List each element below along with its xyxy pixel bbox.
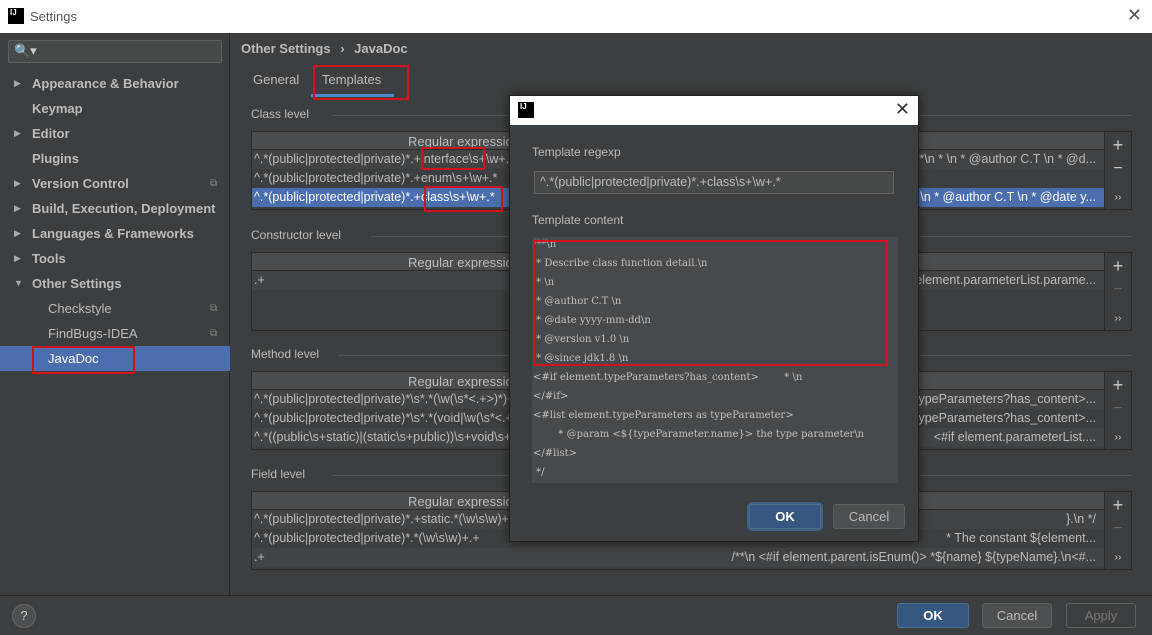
sidebar-item-languages-frameworks[interactable]: ▶ Languages & Frameworks <box>0 221 230 246</box>
tab-general[interactable]: General <box>253 72 299 87</box>
add-icon[interactable]: + <box>1105 495 1131 516</box>
content-line: * @since jdk1.8 \n <box>533 353 629 364</box>
chevron-right-icon[interactable]: ▶ <box>14 171 21 196</box>
sidebar-item-label: Checkstyle <box>48 301 112 316</box>
content-line: /**\n <box>533 239 557 250</box>
app-logo: IJ <box>518 102 534 118</box>
section-title: Constructor level <box>251 228 342 242</box>
sidebar-item-label: Build, Execution, Deployment <box>32 201 216 216</box>
breadcrumb-parent[interactable]: Other Settings <box>241 41 331 56</box>
regexp-input[interactable]: ^.*(public|protected|private)*.+class\s+… <box>534 171 894 194</box>
close-icon[interactable]: ✕ <box>895 99 910 120</box>
app-logo: IJ <box>8 8 24 24</box>
chevron-right-icon[interactable]: ▶ <box>14 246 21 271</box>
chevron-right-icon[interactable]: ▶ <box>14 196 21 221</box>
remove-icon[interactable]: − <box>1105 520 1131 538</box>
project-settings-icon: ⧉ <box>210 303 218 314</box>
cancel-button[interactable]: Cancel <box>982 603 1052 628</box>
sidebar-item-editor[interactable]: ▶ Editor <box>0 121 230 146</box>
search-icon: 🔍▾ <box>14 43 37 58</box>
more-icon[interactable]: ›› <box>1105 432 1131 443</box>
more-icon[interactable]: ›› <box>1105 552 1131 563</box>
sidebar-item-label: JavaDoc <box>48 351 99 366</box>
remove-icon[interactable]: − <box>1105 281 1131 299</box>
chevron-right-icon[interactable]: ▶ <box>14 221 21 246</box>
template-cell: /**\n <#if element.parent.isEnum()> *${n… <box>731 550 1096 564</box>
content-line: <#if element.typeParameters?has_content>… <box>533 372 803 383</box>
footer: ? OK Cancel Apply <box>0 595 1152 635</box>
template-dialog: IJ ✕ Template regexp ^.*(public|protecte… <box>509 95 919 542</box>
breadcrumb-separator: › <box>340 41 345 56</box>
sidebar-item-other-settings[interactable]: ▼ Other Settings <box>0 271 230 296</box>
sidebar-item-build-execution-deployment[interactable]: ▶ Build, Execution, Deployment <box>0 196 230 221</box>
content-line: </#list> <box>533 448 578 459</box>
content-line: * Describe class function detail.\n <box>533 258 708 269</box>
more-icon[interactable]: ›› <box>1105 313 1131 324</box>
sidebar-item-checkstyle[interactable]: Checkstyle ⧉ <box>0 296 230 321</box>
content-line: </#if> <box>533 391 569 402</box>
breadcrumb-current: JavaDoc <box>354 41 408 56</box>
sidebar-item-javadoc[interactable]: JavaDoc <box>0 346 230 371</box>
title-bar: IJ Settings ✕ <box>0 0 1152 33</box>
sidebar-item-label: Other Settings <box>32 276 122 291</box>
more-icon[interactable]: ›› <box>1105 192 1131 203</box>
table-toolbar: + − ›› <box>1105 491 1132 570</box>
content-line: * @param <${typeParameter.name}> the typ… <box>533 429 865 440</box>
close-icon[interactable]: ✕ <box>1127 5 1142 26</box>
active-tab-indicator <box>311 94 394 97</box>
dialog-title-bar: IJ ✕ <box>510 96 918 125</box>
sidebar-item-label: Tools <box>32 251 66 266</box>
remove-icon[interactable]: − <box>1105 160 1131 178</box>
content-line: * @version v1.0 \n <box>533 334 630 345</box>
regex-cell: .+ <box>254 550 265 564</box>
content-line: * @author C.T \n <box>533 296 622 307</box>
table-toolbar: + − ›› <box>1105 252 1132 331</box>
sidebar-item-label: Plugins <box>32 151 79 166</box>
sidebar-item-label: Version Control <box>32 176 129 191</box>
apply-button[interactable]: Apply <box>1066 603 1136 628</box>
dialog-ok-button[interactable]: OK <box>749 504 821 529</box>
section-title: Class level <box>251 107 310 121</box>
sidebar-item-tools[interactable]: ▶ Tools <box>0 246 230 271</box>
content-line: <#list element.typeParameters as typePar… <box>533 410 794 421</box>
add-icon[interactable]: + <box>1105 256 1131 277</box>
tab-templates[interactable]: Templates <box>322 72 381 87</box>
sidebar-item-appearance-behavior[interactable]: ▶ Appearance & Behavior <box>0 71 230 96</box>
ok-button[interactable]: OK <box>897 603 969 628</box>
dialog-cancel-button[interactable]: Cancel <box>833 504 905 529</box>
remove-icon[interactable]: − <box>1105 400 1131 418</box>
breadcrumb: Other Settings › JavaDoc <box>241 41 408 56</box>
table-toolbar: + − ›› <box>1105 131 1132 210</box>
section-title: Method level <box>251 347 320 361</box>
sidebar-item-label: FindBugs-IDEA <box>48 326 138 341</box>
help-button[interactable]: ? <box>12 604 36 628</box>
project-settings-icon: ⧉ <box>210 328 218 339</box>
regexp-label: Template regexp <box>532 145 621 159</box>
chevron-right-icon[interactable]: ▶ <box>14 71 21 96</box>
sidebar-item-version-control[interactable]: ▶ Version Control ⧉ <box>0 171 230 196</box>
sidebar-item-label: Keymap <box>32 101 83 116</box>
table-row[interactable]: .+ /**\n <#if element.parent.isEnum()> *$… <box>252 548 1104 567</box>
table-toolbar: + − ›› <box>1105 371 1132 450</box>
sidebar-item-findbugs-idea[interactable]: FindBugs-IDEA ⧉ <box>0 321 230 346</box>
section-title: Field level <box>251 467 306 481</box>
project-settings-icon: ⧉ <box>210 178 218 189</box>
content-line: * \n <box>533 277 555 288</box>
sidebar-item-plugins[interactable]: Plugins <box>0 146 230 171</box>
sidebar-item-keymap[interactable]: Keymap <box>0 96 230 121</box>
chevron-right-icon[interactable]: ▶ <box>14 121 21 146</box>
sidebar-item-label: Appearance & Behavior <box>32 76 179 91</box>
template-content-editor[interactable]: /**\n * Describe class function detail.\… <box>532 237 898 483</box>
sidebar: 🔍▾ ▶ Appearance & Behavior Keymap ▶ Editor Pl… <box>0 33 230 595</box>
add-icon[interactable]: + <box>1105 375 1131 396</box>
window-title: Settings <box>30 9 77 24</box>
content-line: * @date yyyy-mm-dd\n <box>533 315 651 326</box>
content-label: Template content <box>532 213 624 227</box>
sidebar-item-label: Editor <box>32 126 70 141</box>
chevron-down-icon[interactable]: ▼ <box>14 271 23 296</box>
content-line: */ <box>533 467 545 478</box>
sidebar-item-label: Languages & Frameworks <box>32 226 194 241</box>
add-icon[interactable]: + <box>1105 135 1131 156</box>
search-input[interactable]: 🔍▾ <box>8 40 222 63</box>
